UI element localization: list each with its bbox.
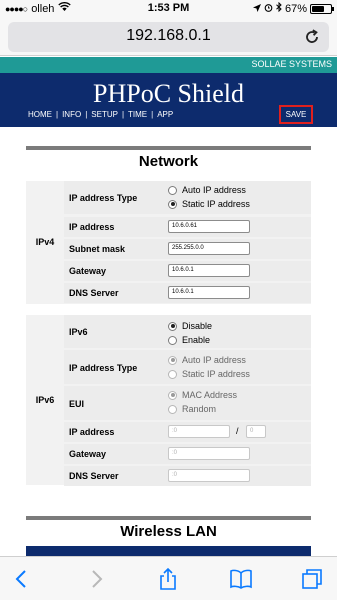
ipv6-prefix-input[interactable]: 0 <box>246 425 266 438</box>
ipv4-ip-address-label: IP address <box>69 222 115 232</box>
ipv6-group-label: IPv6 <box>35 395 55 405</box>
ipv6-ip-address-input[interactable]: :0 <box>168 425 230 438</box>
save-button[interactable]: SAVE <box>279 105 313 124</box>
radio-unchecked-icon <box>168 369 177 379</box>
ipv6-label: IPv6 <box>69 327 88 337</box>
status-right: 67% <box>252 1 334 15</box>
ipv4-subnet-label: Subnet mask <box>69 244 126 254</box>
vendor-name: SOLLAE SYSTEMS <box>251 59 332 69</box>
location-arrow-icon <box>252 3 261 15</box>
ipv4-gateway-input[interactable]: 10.6.0.1 <box>168 264 250 277</box>
section-divider <box>26 516 311 520</box>
radio-checked-icon <box>168 321 177 331</box>
browser-toolbar <box>0 556 337 600</box>
vendor-bar: SOLLAE SYSTEMS <box>0 57 337 73</box>
nav-setup[interactable]: SETUP <box>91 110 118 119</box>
ipv6-static-ip-radio[interactable]: Static IP address <box>168 369 250 379</box>
url-text[interactable]: 192.168.0.1 <box>8 27 329 45</box>
nav-app[interactable]: APP <box>157 110 173 119</box>
ipv6-eui-random-label: Random <box>182 404 217 414</box>
ipv6-eui-label: EUI <box>69 399 85 409</box>
address-bar[interactable]: 192.168.0.1 <box>8 22 329 52</box>
ipv4-dns-label: DNS Server <box>69 288 119 298</box>
back-arrow-icon[interactable] <box>10 567 34 591</box>
ipv6-enable-label: Enable <box>182 335 211 345</box>
ipv6-dns-input[interactable]: :0 <box>168 469 250 482</box>
bookmarks-icon[interactable] <box>229 567 253 591</box>
wireless-header-band <box>26 546 311 556</box>
ipv4-static-ip-radio[interactable]: Static IP address <box>168 199 250 209</box>
ipv4-auto-ip-radio[interactable]: Auto IP address <box>168 185 246 195</box>
nav-time[interactable]: TIME <box>128 110 147 119</box>
ipv4-dns-row: DNS Server 10.6.0.1 <box>64 283 311 303</box>
ipv6-auto-ip-label: Auto IP address <box>182 355 246 365</box>
ipv4-ip-address-row: IP address 10.6.0.61 <box>64 217 311 237</box>
ipv4-static-ip-label: Static IP address <box>182 199 250 209</box>
main-nav: HOME | INFO | SETUP | TIME | APP <box>28 110 173 119</box>
ipv4-gateway-label: Gateway <box>69 266 107 276</box>
battery-percent: 67% <box>284 2 307 15</box>
nav-separator: | <box>121 110 125 119</box>
ipv4-auto-ip-label: Auto IP address <box>182 185 246 195</box>
ipv6-gateway-label: Gateway <box>69 449 107 459</box>
ipv6-eui-mac-label: MAC Address <box>182 390 238 400</box>
battery-icon <box>310 3 334 14</box>
ipv6-auto-ip-radio[interactable]: Auto IP address <box>168 355 246 365</box>
radio-unchecked-icon <box>168 335 177 345</box>
radio-unchecked-icon <box>168 185 177 195</box>
nav-home[interactable]: HOME <box>28 110 52 119</box>
radio-checked-icon <box>168 390 177 400</box>
prefix-separator: / <box>236 426 239 436</box>
ipv6-enable-row: IPv6 Disable Enable <box>64 315 311 348</box>
nav-info[interactable]: INFO <box>62 110 81 119</box>
nav-separator: | <box>56 110 59 119</box>
ipv6-disable-label: Disable <box>182 321 213 331</box>
ipv6-ip-type-row: IP address Type Auto IP address Static I… <box>64 350 311 384</box>
section-divider <box>26 146 311 150</box>
network-section-title: Network <box>138 153 199 170</box>
ipv4-ip-type-label: IP address Type <box>69 193 138 203</box>
ipv6-dns-row: DNS Server :0 <box>64 466 311 486</box>
status-bar: ●●●●○ olleh 1:53 PM 67% <box>0 0 337 18</box>
forward-arrow-icon[interactable] <box>84 567 108 591</box>
ipv4-ip-address-input[interactable]: 10.6.0.61 <box>168 220 250 233</box>
ipv4-subnet-input[interactable]: 255.255.0.0 <box>168 242 250 255</box>
share-icon[interactable] <box>156 567 180 591</box>
nav-separator: | <box>151 110 154 119</box>
ipv6-static-ip-label: Static IP address <box>182 369 250 379</box>
ipv6-dns-label: DNS Server <box>69 471 119 481</box>
ipv6-ip-type-label: IP address Type <box>69 363 138 373</box>
battery-cap <box>332 6 334 11</box>
ipv4-ip-type-row: IP address Type Auto IP address Static I… <box>64 181 311 214</box>
ipv6-ip-address-label: IP address <box>69 427 115 437</box>
ipv6-gateway-row: Gateway :0 <box>64 444 311 464</box>
ipv6-block: IPv6 IPv6 Disable Enable IP address Type… <box>26 315 311 486</box>
ipv6-ip-address-row: IP address :0 / 0 <box>64 422 311 442</box>
radio-unchecked-icon <box>168 404 177 414</box>
radio-checked-icon <box>168 199 177 209</box>
ipv6-enable-radio[interactable]: Enable <box>168 335 210 345</box>
ipv4-subnet-row: Subnet mask 255.255.0.0 <box>64 239 311 259</box>
browser-address-area: 192.168.0.1 <box>0 18 337 56</box>
battery-fill <box>312 5 325 12</box>
ipv4-dns-input[interactable]: 10.6.0.1 <box>168 286 250 299</box>
ipv6-eui-row: EUI MAC Address Random <box>64 386 311 420</box>
ipv4-gateway-row: Gateway 10.6.0.1 <box>64 261 311 281</box>
tabs-icon[interactable] <box>300 567 324 591</box>
brand-header: PHPoC Shield HOME | INFO | SETUP | TIME … <box>0 73 337 127</box>
bluetooth-icon <box>276 1 282 15</box>
reload-icon[interactable] <box>301 26 323 48</box>
ipv6-disable-radio[interactable]: Disable <box>168 321 212 331</box>
wireless-section-title: Wireless LAN <box>120 523 217 540</box>
ipv6-gateway-input[interactable]: :0 <box>168 447 250 460</box>
ipv4-group-label: IPv4 <box>35 237 55 247</box>
nav-separator: | <box>85 110 88 119</box>
ipv4-block: IPv4 IP address Type Auto IP address Sta… <box>26 181 311 304</box>
ipv6-eui-random-radio[interactable]: Random <box>168 404 216 414</box>
ipv6-eui-mac-radio[interactable]: MAC Address <box>168 390 237 400</box>
alarm-clock-icon <box>264 3 273 15</box>
radio-checked-icon <box>168 355 177 365</box>
